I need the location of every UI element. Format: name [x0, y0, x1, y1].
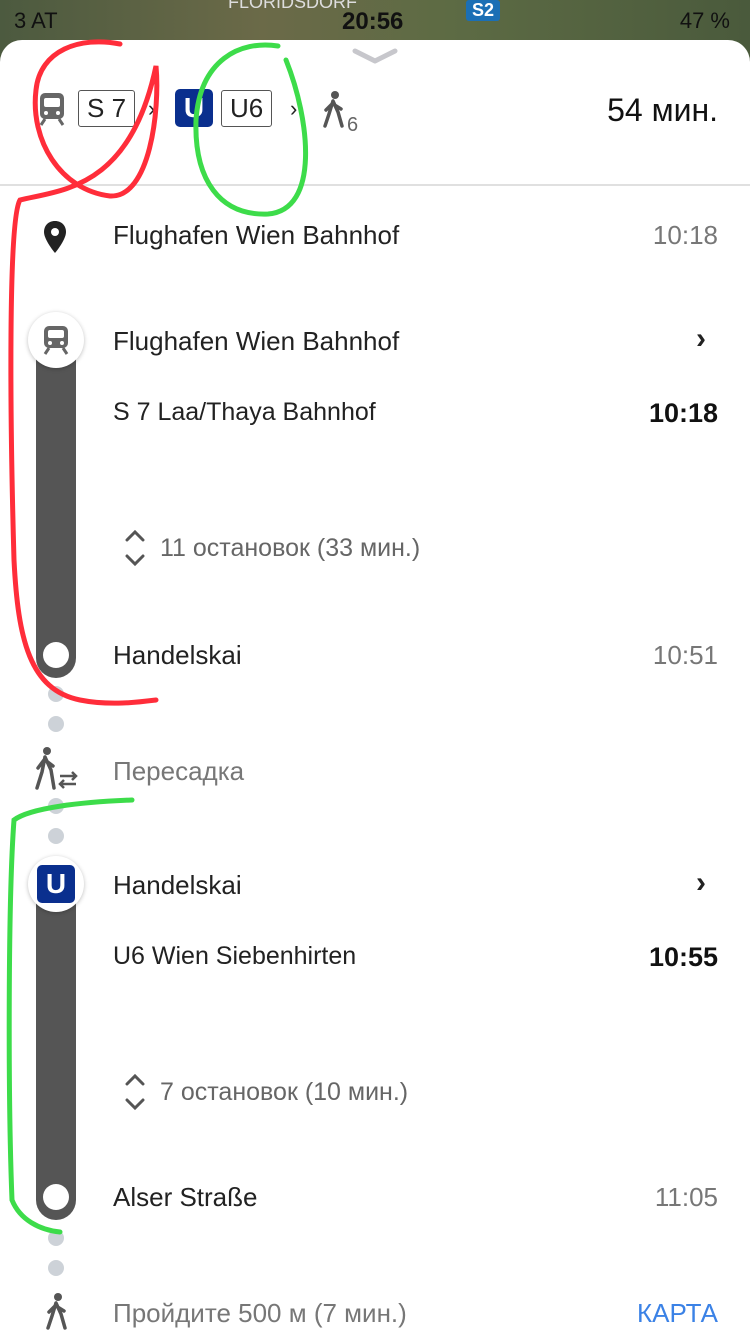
expand-updown-icon — [125, 529, 145, 567]
leg1-board-stop: Flughafen Wien Bahnhof — [113, 326, 400, 356]
clock: 20:56 — [342, 8, 404, 35]
stop-dot — [43, 1184, 69, 1210]
status-bar: 3 AT FLORIDSDORF 20:56 S2 47 % — [0, 0, 750, 40]
leg2-depart-time: 10:55 — [648, 942, 718, 972]
leg1-stops-summary: 11 остановок (33 мин.) — [160, 534, 421, 562]
origin-time: 10:18 — [652, 220, 718, 250]
walk-count: 6 — [347, 114, 359, 136]
walk-dot — [48, 1230, 64, 1246]
s7-line-bar — [36, 338, 76, 678]
leg1-route: S 7 Laa/Thaya Bahnhof — [113, 398, 376, 426]
transfer-walk-icon — [35, 747, 78, 790]
train-icon — [39, 93, 65, 126]
walking-icon — [46, 1293, 67, 1330]
chevron-right-icon: › — [290, 96, 298, 121]
leg1-alight-stop: Handelskai — [113, 640, 242, 670]
u-bahn-stop-marker: U — [28, 856, 84, 912]
walk-dot — [48, 686, 64, 702]
chevron-right-icon[interactable]: › — [696, 322, 706, 356]
carrier-label: 3 AT — [14, 8, 58, 33]
battery-indicator: 47 % — [679, 8, 730, 33]
expand-updown-icon — [125, 1073, 145, 1111]
walk-dot — [48, 828, 64, 844]
train-icon — [43, 326, 69, 355]
chevron-right-icon: › — [148, 96, 156, 121]
transfer-label: Пересадка — [113, 756, 245, 786]
leg1-depart-time: 10:18 — [648, 398, 718, 428]
train-stop-marker — [28, 312, 84, 368]
walking-icon — [323, 91, 344, 128]
walk-label: Пройдите 500 м (7 мин.) — [113, 1298, 407, 1328]
total-duration: 54 мин. — [607, 92, 718, 128]
u6-chip: U6 — [221, 90, 273, 127]
leg2-stops-summary: 7 остановок (10 мин.) — [160, 1078, 409, 1106]
map-link[interactable]: КАРТА — [637, 1298, 718, 1329]
walk-dot — [48, 716, 64, 732]
stop-dot — [43, 642, 69, 668]
walk-dot — [48, 798, 64, 814]
leg2-alight-stop: Alser Straße — [113, 1182, 258, 1212]
route-summary[interactable]: S 7 › U U6 › 6 54 мин. — [0, 82, 750, 182]
map-place-label: FLORIDSDORF — [228, 0, 358, 12]
collapse-chevron-icon[interactable] — [352, 48, 398, 64]
s7-chip: S 7 — [78, 90, 136, 127]
walk-dot — [48, 1260, 64, 1276]
u6-line-bar — [36, 878, 76, 1220]
divider — [0, 184, 750, 186]
chevron-right-icon[interactable]: › — [696, 866, 706, 900]
map-s2-badge: S2 — [466, 0, 501, 21]
origin-name: Flughafen Wien Bahnhof — [113, 220, 400, 250]
u-bahn-badge: U — [37, 865, 75, 903]
leg2-alight-time: 11:05 — [654, 1182, 718, 1212]
leg1-alight-time: 10:51 — [652, 640, 718, 670]
leg2-board-stop: Handelskai — [113, 870, 242, 900]
u-bahn-badge: U — [175, 89, 213, 127]
location-pin-icon — [44, 221, 66, 253]
leg2-route: U6 Wien Siebenhirten — [113, 942, 357, 970]
